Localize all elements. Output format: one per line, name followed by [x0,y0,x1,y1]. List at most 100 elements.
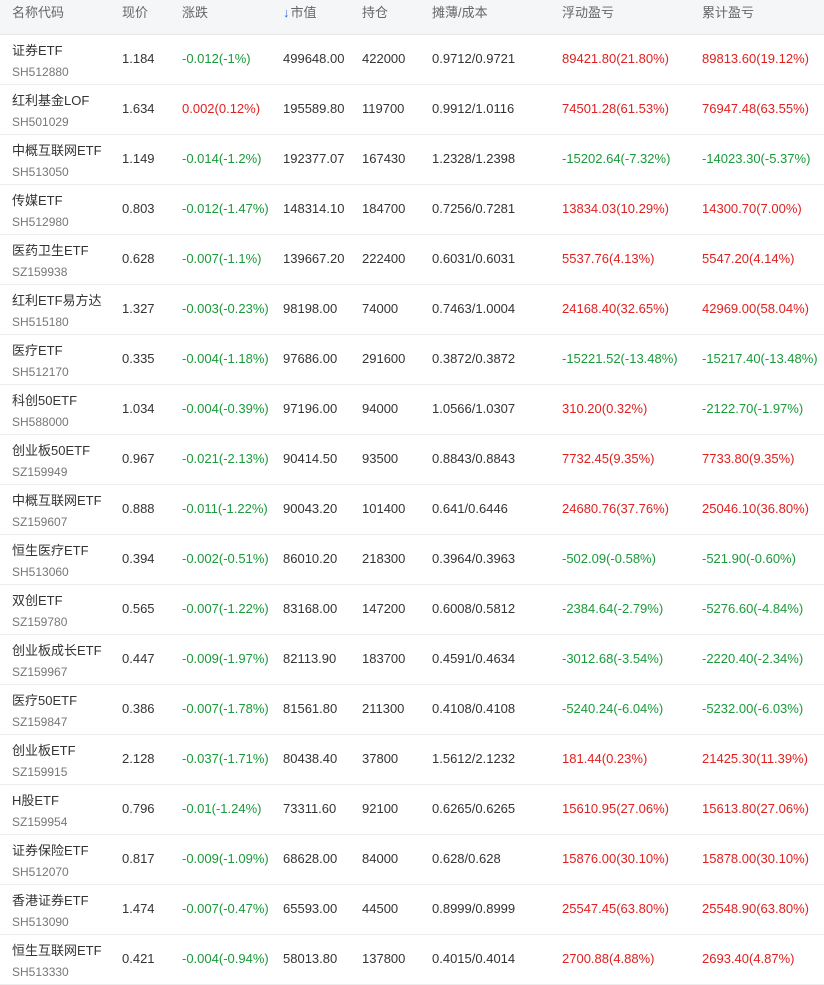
change-cell: -0.021(-2.13%) [182,451,269,466]
cost-cell: 0.7463/1.0004 [432,301,516,316]
cumulative-pl-cell: 25548.90(63.80%) [702,901,809,916]
cumulative-pl-cell: 89813.60(19.12%) [702,51,809,66]
table-row[interactable]: 红利ETF易方达 SH515180 1.327 -0.003(-0.23%) 98198… [0,285,824,335]
table-row[interactable]: H股ETF SZ159954 0.796 -0.01(-1.24%) 73311.60 9… [0,785,824,835]
header-floating-pl[interactable]: 浮动盈亏 [562,0,614,34]
floating-pl-cell: 181.44(0.23%) [562,751,648,766]
table-row[interactable]: 恒生互联网ETF SH513330 0.421 -0.004(-0.94%) 58013… [0,935,824,985]
fund-code: SZ159938 [12,265,68,279]
cumulative-pl-cell: 7733.80(9.35%) [702,451,795,466]
price-cell: 1.149 [122,151,155,166]
cost-cell: 0.4591/0.4634 [432,651,516,666]
cumulative-pl-cell: -5276.60(-4.84%) [702,601,804,616]
table-row[interactable]: 创业板50ETF SZ159949 0.967 -0.021(-2.13%) 90414… [0,435,824,485]
cumulative-pl-cell: 2693.40(4.87%) [702,951,795,966]
price-cell: 0.817 [122,851,155,866]
fund-name: 科创50ETF [12,393,78,408]
fund-name: 恒生互联网ETF [12,943,102,958]
cost-cell: 0.6008/0.5812 [432,601,516,616]
cost-cell: 0.641/0.6446 [432,501,508,516]
cost-cell: 0.4108/0.4108 [432,701,516,716]
floating-pl-cell: 2700.88(4.88%) [562,951,655,966]
market-value-cell: 90414.50 [283,451,338,466]
header-name-code[interactable]: 名称代码 [12,0,64,34]
floating-pl-cell: 24168.40(32.65%) [562,301,669,316]
header-change[interactable]: 涨跌 [182,0,208,34]
table-row[interactable]: 双创ETF SZ159780 0.565 -0.007(-1.22%) 83168.00… [0,585,824,635]
cumulative-pl-cell: 15613.80(27.06%) [702,801,809,816]
cost-cell: 0.6031/0.6031 [432,251,516,266]
position-cell: 119700 [362,101,405,116]
cost-cell: 0.628/0.628 [432,851,501,866]
position-cell: 147200 [362,601,406,616]
header-cumulative-pl[interactable]: 累计盈亏 [702,0,754,34]
floating-pl-cell: -3012.68(-3.54%) [562,651,664,666]
sort-down-icon: ↓ [283,5,290,20]
price-cell: 0.967 [122,451,155,466]
cumulative-pl-cell: -521.90(-0.60%) [702,551,796,566]
table-row[interactable]: 医疗ETF SH512170 0.335 -0.004(-1.18%) 97686.00… [0,335,824,385]
change-cell: -0.012(-1.47%) [182,201,269,216]
table-row[interactable]: 创业板成长ETF SZ159967 0.447 -0.009(-1.97%) 82113… [0,635,824,685]
market-value-cell: 86010.20 [283,551,338,566]
fund-code: SZ159847 [12,715,68,729]
position-cell: 44500 [362,901,399,916]
table-row[interactable]: 科创50ETF SH588000 1.034 -0.004(-0.39%) 97196.… [0,385,824,435]
table-row[interactable]: 证券保险ETF SH512070 0.817 -0.009(-1.09%) 68628.… [0,835,824,885]
position-cell: 184700 [362,201,406,216]
table-row[interactable]: 医药卫生ETF SZ159938 0.628 -0.007(-1.1%) 139667.… [0,235,824,285]
market-value-cell: 97686.00 [283,351,338,366]
table-row[interactable]: 红利基金LOF SH501029 1.634 0.002(0.12%) 195589.8… [0,85,824,135]
position-cell: 37800 [362,751,399,766]
cost-cell: 0.8999/0.8999 [432,901,516,916]
table-row[interactable]: 中概互联网ETF SZ159607 0.888 -0.011(-1.22%) 90043… [0,485,824,535]
cost-cell: 0.3872/0.3872 [432,351,516,366]
fund-code: SH501029 [12,115,69,129]
table-row[interactable]: 中概互联网ETF SH513050 1.149 -0.014(-1.2%) 192377… [0,135,824,185]
header-price[interactable]: 现价 [122,0,148,34]
table-row[interactable]: 证券ETF SH512880 1.184 -0.012(-1%) 499648.00 42… [0,35,824,85]
header-cost[interactable]: 摊薄/成本 [432,0,488,34]
market-value-cell: 73311.60 [283,801,337,816]
header-market-value[interactable]: ↓市值 [283,0,317,34]
floating-pl-cell: 310.20(0.32%) [562,401,648,416]
cost-cell: 0.4015/0.4014 [432,951,516,966]
market-value-cell: 58013.80 [283,951,338,966]
price-cell: 0.888 [122,501,155,516]
price-cell: 1.474 [122,901,155,916]
cost-cell: 1.0566/1.0307 [432,401,516,416]
cost-cell: 0.7256/0.7281 [432,201,516,216]
fund-code: SZ159607 [12,515,68,529]
fund-code: SH512880 [12,65,69,79]
price-cell: 1.184 [122,51,155,66]
floating-pl-cell: 5537.76(4.13%) [562,251,655,266]
header-position[interactable]: 持仓 [362,0,388,34]
floating-pl-cell: 89421.80(21.80%) [562,51,669,66]
position-cell: 74000 [362,301,399,316]
change-cell: -0.004(-0.39%) [182,401,269,416]
fund-name: 香港证券ETF [12,893,89,908]
fund-name: 证券保险ETF [12,843,89,858]
table-row[interactable]: 医疗50ETF SZ159847 0.386 -0.007(-1.78%) 81561.… [0,685,824,735]
cost-cell: 0.8843/0.8843 [432,451,516,466]
table-row[interactable]: 香港证券ETF SH513090 1.474 -0.007(-0.47%) 65593.… [0,885,824,935]
table-row[interactable]: 恒生医疗ETF SH513060 0.394 -0.002(-0.51%) 86010.… [0,535,824,585]
price-cell: 1.327 [122,301,155,316]
table-row[interactable]: 创业板ETF SZ159915 2.128 -0.037(-1.71%) 80438.4… [0,735,824,785]
cumulative-pl-cell: -2220.40(-2.34%) [702,651,804,666]
change-cell: -0.004(-1.18%) [182,351,269,366]
table-row[interactable]: 传媒ETF SH512980 0.803 -0.012(-1.47%) 148314.1… [0,185,824,235]
fund-code: SZ159954 [12,815,68,829]
position-cell: 137800 [362,951,406,966]
cumulative-pl-cell: 25046.10(36.80%) [702,501,809,516]
floating-pl-cell: 74501.28(61.53%) [562,101,669,116]
market-value-cell: 98198.00 [283,301,338,316]
price-cell: 0.335 [122,351,155,366]
fund-name: H股ETF [12,793,59,808]
position-cell: 101400 [362,501,406,516]
position-cell: 291600 [362,351,406,366]
cumulative-pl-cell: -5232.00(-6.03%) [702,701,804,716]
fund-name: 创业板50ETF [12,443,91,458]
fund-code: SZ159780 [12,615,68,629]
fund-name: 创业板ETF [12,743,76,758]
